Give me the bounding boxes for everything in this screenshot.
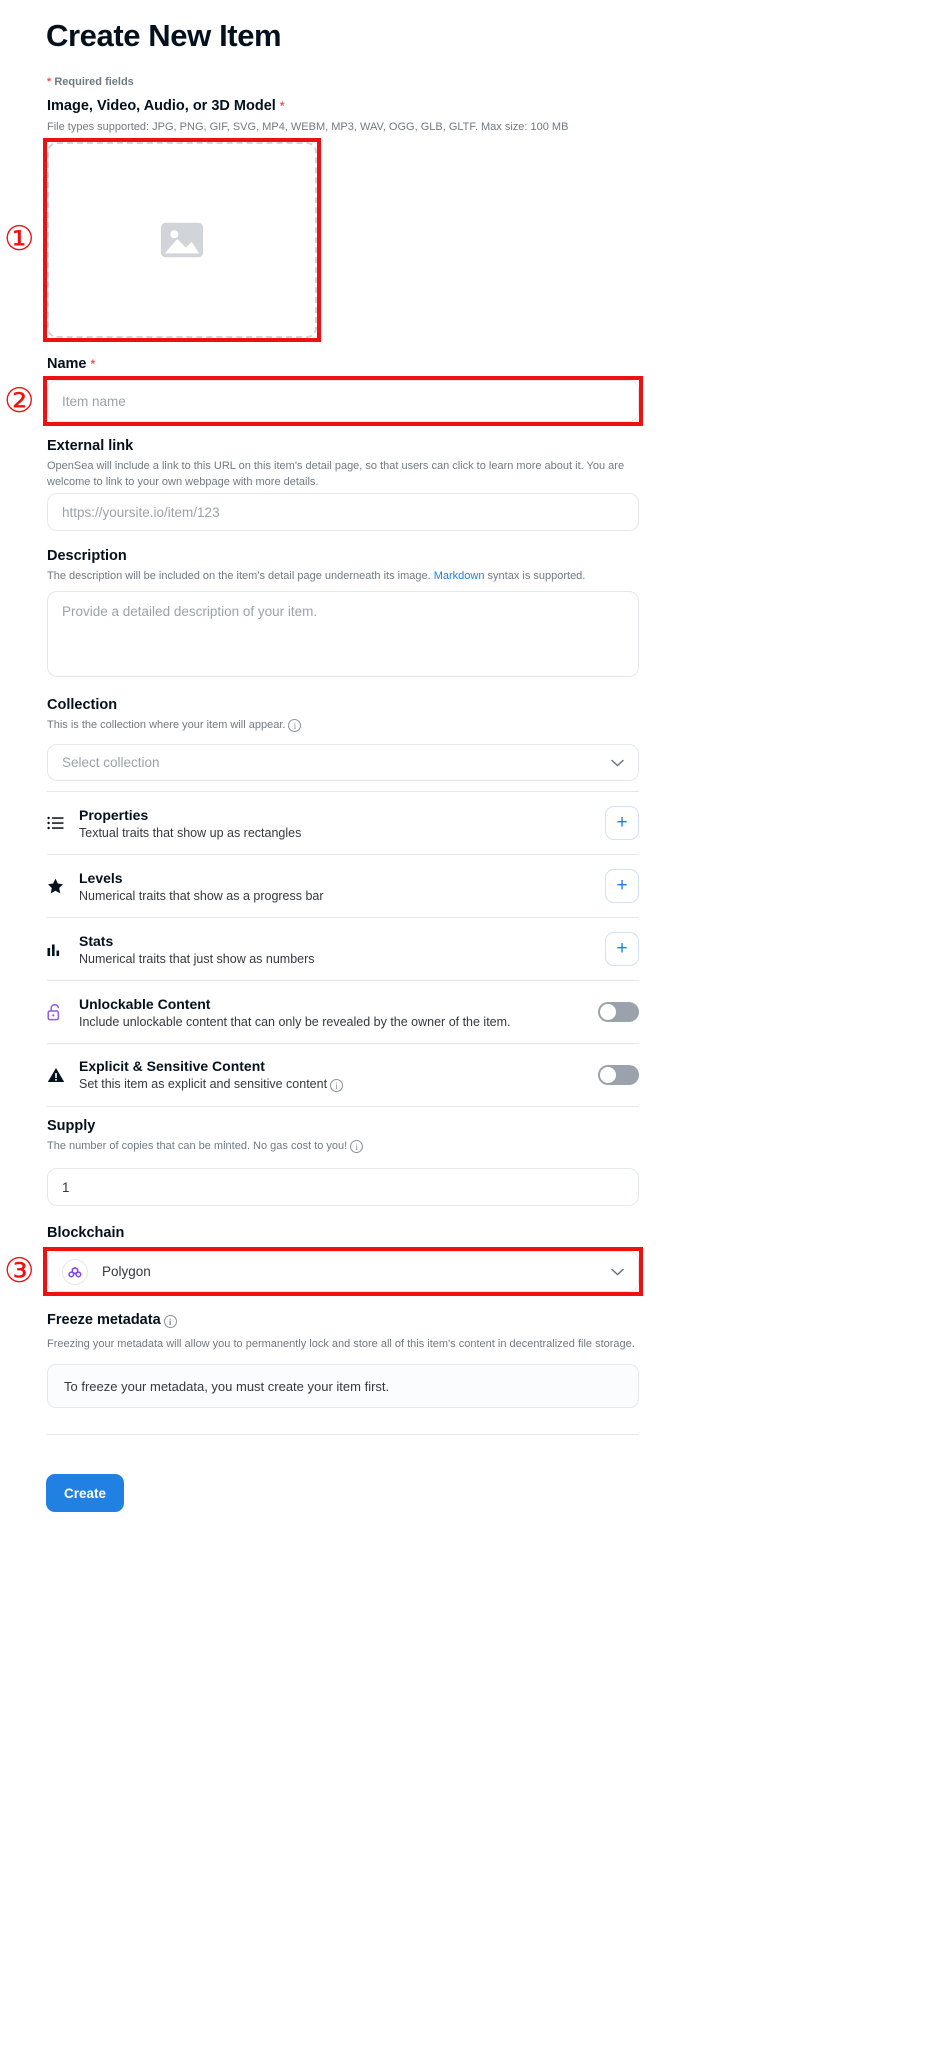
markdown-link[interactable]: Markdown (434, 570, 485, 582)
freeze-metadata-label: Freeze metadata i (47, 1312, 177, 1328)
info-icon[interactable]: i (163, 1315, 177, 1328)
supply-help-text: The number of copies that can be minted.… (47, 1140, 348, 1152)
supply-help: The number of copies that can be minted.… (47, 1139, 639, 1155)
trait-row-properties: Properties Textual traits that show up a… (47, 791, 639, 854)
supply-value: 1 (62, 1179, 70, 1195)
collection-label: Collection (47, 697, 118, 713)
freeze-metadata-help: Freezing your metadata will allow you to… (47, 1338, 635, 1350)
freeze-metadata-label-text: Freeze metadata (47, 1312, 161, 1328)
blockchain-select[interactable]: Polygon (47, 1251, 639, 1292)
collection-select[interactable]: Select collection (47, 744, 639, 781)
media-label: Image, Video, Audio, or 3D Model * (47, 98, 285, 114)
add-properties-button[interactable]: + (605, 806, 639, 840)
required-fields-note: * Required fields (47, 76, 134, 88)
annotation-marker-3: ③ (4, 1251, 35, 1291)
trait-subtitle: Textual traits that show up as rectangle… (79, 825, 302, 840)
section-divider (47, 1106, 639, 1107)
trait-subtitle: Numerical traits that show as a progress… (79, 888, 324, 903)
external-link-help: OpenSea will include a link to this URL … (47, 460, 625, 488)
name-label: Name * (47, 356, 95, 372)
trait-subtitle: Numerical traits that just show as numbe… (79, 951, 315, 966)
description-help-before: The description will be included on the … (47, 570, 434, 582)
toggle-subtitle-wrap: Set this item as explicit and sensitive … (79, 1077, 598, 1092)
external-link-input[interactable]: https://yoursite.io/item/123 (47, 493, 639, 531)
blockchain-value: Polygon (102, 1264, 151, 1279)
add-levels-button[interactable]: + (605, 869, 639, 903)
trait-row-stats: Stats Numerical traits that just show as… (47, 917, 639, 980)
toggle-title: Explicit & Sensitive Content (79, 1058, 265, 1074)
trait-text-properties: Properties Textual traits that show up a… (77, 807, 605, 840)
unlockable-content-toggle[interactable] (598, 1002, 639, 1022)
info-icon[interactable]: i (288, 719, 302, 732)
info-icon[interactable]: i (350, 1140, 364, 1153)
add-stats-button[interactable]: + (605, 932, 639, 966)
media-dropzone[interactable] (47, 142, 317, 338)
collection-help: This is the collection where your item w… (47, 718, 639, 734)
media-help: File types supported: JPG, PNG, GIF, SVG… (47, 121, 569, 133)
required-asterisk: * (47, 76, 52, 88)
description-textarea[interactable]: Provide a detailed description of your i… (47, 591, 639, 677)
trait-text-unlockable: Unlockable Content Include unlockable co… (77, 996, 598, 1029)
bar-chart-icon (47, 942, 77, 956)
blockchain-label: Blockchain (47, 1225, 125, 1241)
trait-text-explicit: Explicit & Sensitive Content Set this it… (77, 1058, 598, 1092)
trait-title: Properties (79, 806, 149, 823)
external-link-placeholder: https://yoursite.io/item/123 (62, 504, 220, 520)
name-label-text: Name (47, 356, 87, 372)
media-label-text: Image, Video, Audio, or 3D Model (47, 98, 276, 114)
toggle-subtitle: Set this item as explicit and sensitive … (79, 1077, 328, 1091)
page-title: Create New Item (46, 18, 282, 53)
external-link-label: External link (47, 438, 134, 454)
required-fields-label: Required fields (54, 76, 134, 88)
toggle-row-unlockable: Unlockable Content Include unlockable co… (47, 980, 639, 1043)
description-help: The description will be included on the … (47, 569, 639, 585)
star-icon (47, 878, 77, 894)
toggle-title: Unlockable Content (79, 995, 211, 1012)
name-required-asterisk: * (90, 357, 96, 371)
trait-text-levels: Levels Numerical traits that show as a p… (77, 870, 605, 903)
explicit-content-toggle[interactable] (598, 1065, 639, 1085)
create-item-page: Create New Item * Required fields Image,… (0, 0, 937, 2046)
supply-input[interactable]: 1 (47, 1168, 639, 1206)
list-icon (47, 816, 77, 830)
polygon-logo-icon (62, 1258, 88, 1285)
trait-title: Stats (79, 932, 114, 949)
image-placeholder-icon (160, 222, 204, 258)
supply-label: Supply (47, 1118, 96, 1134)
description-help-after: syntax is supported. (484, 570, 586, 582)
toggle-row-explicit: Explicit & Sensitive Content Set this it… (47, 1043, 639, 1106)
description-label: Description (47, 548, 127, 564)
annotation-marker-2: ② (4, 381, 35, 421)
annotation-marker-1: ① (4, 219, 35, 259)
toggle-subtitle: Include unlockable content that can only… (79, 1014, 511, 1029)
name-input[interactable]: Item name (47, 380, 639, 422)
unlock-icon (47, 1003, 77, 1021)
footer-divider (47, 1434, 639, 1435)
name-input-placeholder: Item name (62, 393, 126, 409)
media-required-asterisk: * (279, 99, 285, 113)
freeze-metadata-note: To freeze your metadata, you must create… (47, 1364, 639, 1408)
trait-text-stats: Stats Numerical traits that just show as… (77, 933, 605, 966)
description-placeholder: Provide a detailed description of your i… (62, 604, 318, 619)
trait-row-levels: Levels Numerical traits that show as a p… (47, 854, 639, 917)
create-button[interactable]: Create (46, 1474, 124, 1512)
chevron-down-icon (611, 755, 624, 770)
trait-title: Levels (79, 869, 123, 886)
chevron-down-icon (611, 1264, 624, 1279)
info-icon[interactable]: i (330, 1079, 344, 1092)
warning-triangle-icon (47, 1067, 77, 1083)
collection-placeholder: Select collection (62, 755, 160, 770)
collection-help-text: This is the collection where your item w… (47, 719, 286, 731)
